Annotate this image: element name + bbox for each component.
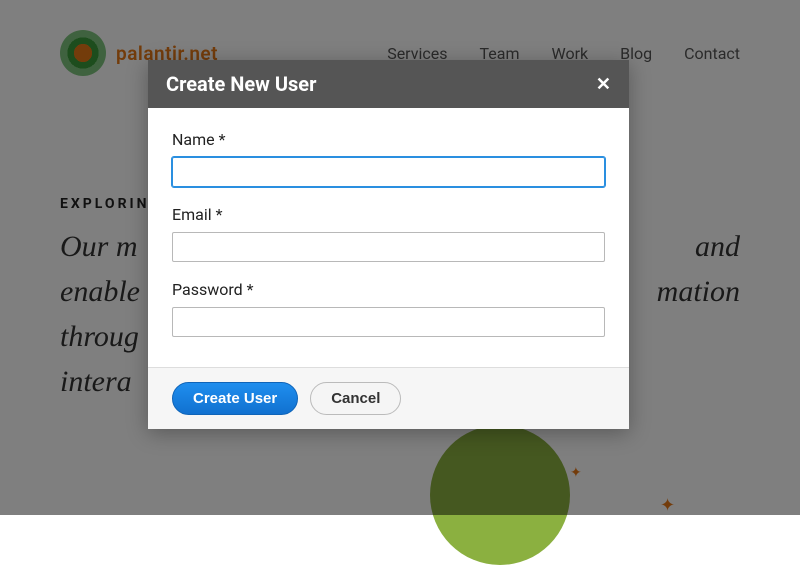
email-label: Email * <box>172 205 605 224</box>
name-input[interactable] <box>172 157 605 187</box>
create-user-button[interactable]: Create User <box>172 382 298 415</box>
email-input[interactable] <box>172 232 605 262</box>
password-input[interactable] <box>172 307 605 337</box>
modal-title: Create New User <box>166 72 316 96</box>
modal-header: Create New User ✕ <box>148 60 629 108</box>
form-group-email: Email * <box>172 205 605 262</box>
close-icon[interactable]: ✕ <box>596 74 611 95</box>
password-label: Password * <box>172 280 605 299</box>
create-user-modal: Create New User ✕ Name * Email * Passwor… <box>148 60 629 429</box>
modal-footer: Create User Cancel <box>148 367 629 429</box>
form-group-name: Name * <box>172 130 605 187</box>
cancel-button[interactable]: Cancel <box>310 382 401 415</box>
name-label: Name * <box>172 130 605 149</box>
form-group-password: Password * <box>172 280 605 337</box>
modal-body: Name * Email * Password * <box>148 108 629 367</box>
